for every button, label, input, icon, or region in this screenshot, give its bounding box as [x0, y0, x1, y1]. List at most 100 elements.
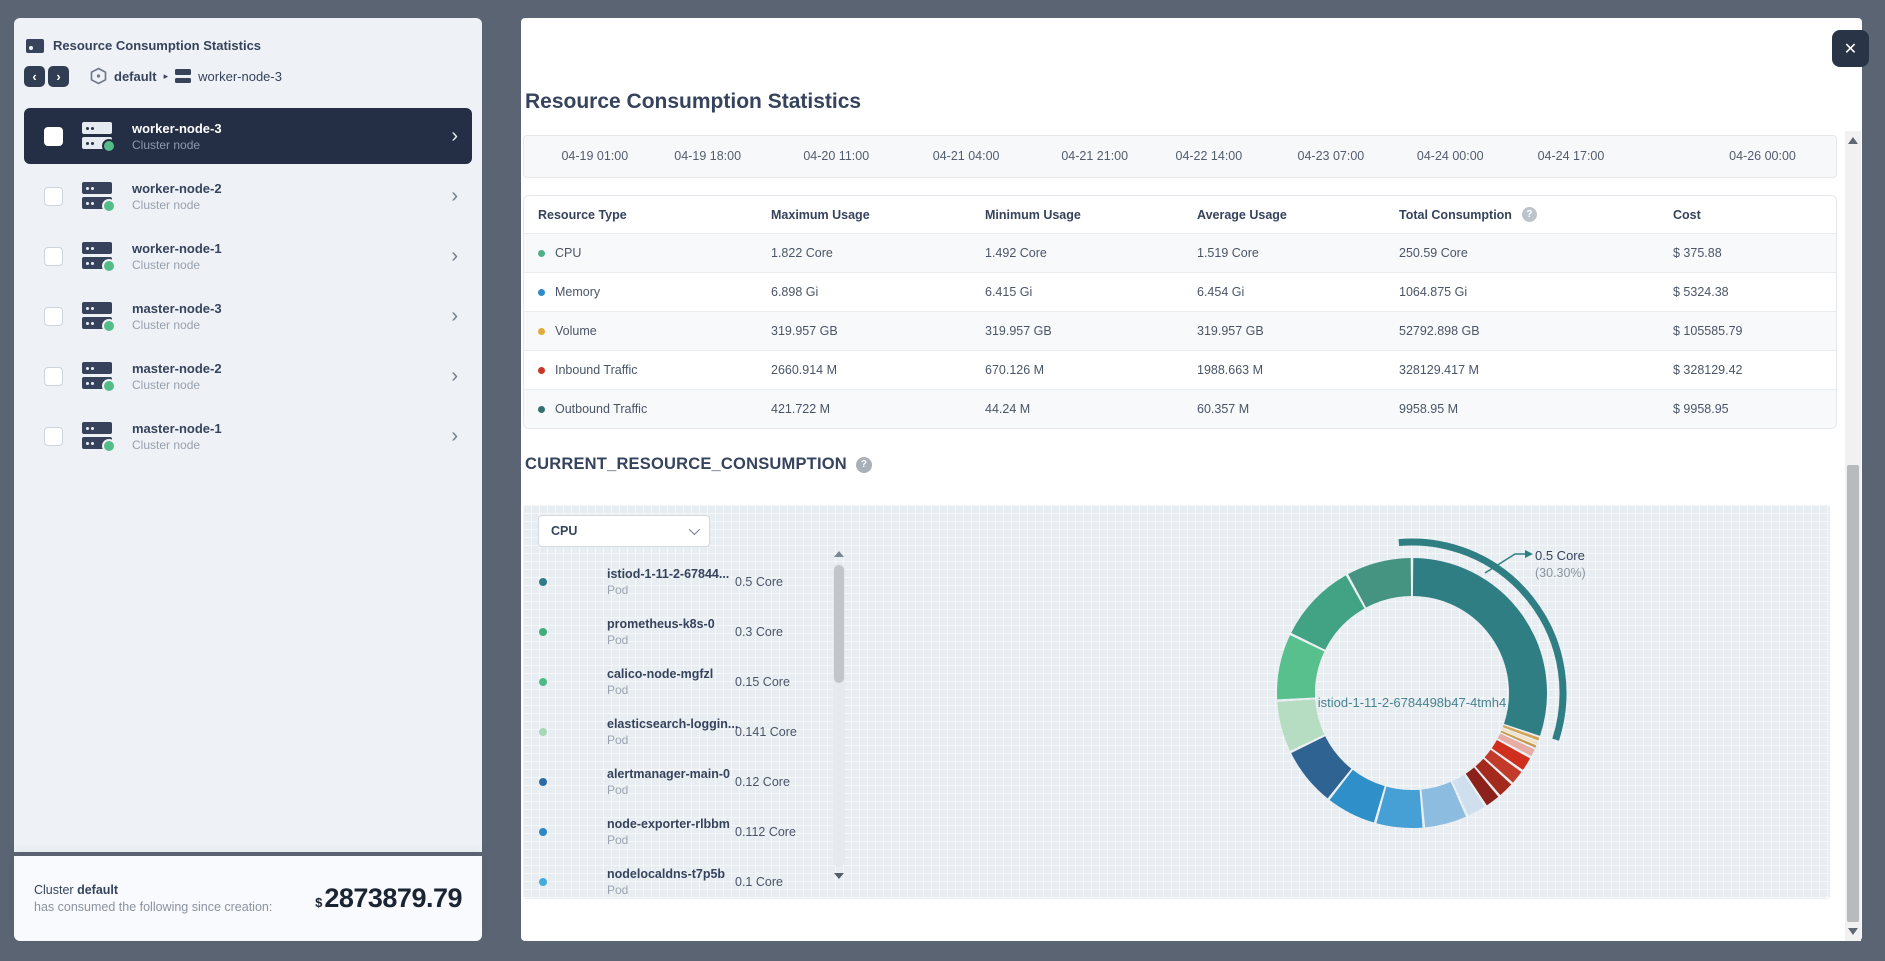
scroll-up-icon[interactable] — [1848, 137, 1858, 144]
node-type: Cluster node — [132, 258, 222, 272]
pod-name: istiod-1-11-2-67844... — [607, 567, 725, 581]
table-cell-cost: $ 5324.38 — [1673, 285, 1836, 299]
main-panel: Resource Consumption Statistics 04-19 01… — [521, 18, 1862, 941]
cluster-total-cost: $ 2873879.79 — [315, 883, 462, 914]
chevron-right-icon[interactable]: › — [451, 306, 458, 326]
table-cell-min: 319.957 GB — [985, 324, 1197, 338]
pod-scroll-thumb[interactable] — [834, 565, 844, 683]
table-cell-total: 328129.417 M — [1399, 363, 1673, 377]
donut-segment[interactable] — [1341, 785, 1379, 804]
donut-segment[interactable] — [1460, 791, 1474, 799]
sidebar-item-master-node-2[interactable]: master-node-2 Cluster node › — [24, 348, 472, 404]
pod-scroll-up-icon[interactable] — [834, 551, 844, 557]
pod-name: alertmanager-main-0 — [607, 767, 725, 781]
pod-list: istiod-1-11-2-67844...Pod0.5 Coreprometh… — [539, 557, 831, 897]
sidebar-panel: Resource Consumption Statistics ‹ › defa… — [14, 18, 482, 852]
node-status-dot — [102, 379, 116, 393]
breadcrumb-cluster[interactable]: default — [114, 69, 157, 84]
breadcrumb-separator-icon: ▸ — [164, 71, 169, 82]
cluster-node-icon — [80, 420, 116, 452]
node-status-dot — [102, 439, 116, 453]
donut-callout-value: 0.5 Core — [1535, 548, 1585, 563]
close-button[interactable]: ✕ — [1832, 30, 1869, 67]
forward-button[interactable]: › — [48, 66, 69, 87]
column-header: Average Usage — [1197, 208, 1399, 222]
table-cell-total: 250.59 Core — [1399, 246, 1673, 260]
resource-type-dot — [538, 250, 545, 257]
table-cell-min: 6.415 Gi — [985, 285, 1197, 299]
chevron-right-icon[interactable]: › — [451, 186, 458, 206]
donut-segment[interactable] — [1499, 761, 1506, 770]
pod-kind: Pod — [607, 883, 725, 897]
node-checkbox[interactable] — [44, 127, 63, 146]
donut-callout-percent: (30.30%) — [1535, 566, 1586, 580]
pod-icon — [561, 717, 595, 747]
help-icon[interactable]: ? — [856, 457, 872, 473]
donut-segment[interactable] — [1296, 643, 1307, 698]
metric-select[interactable]: CPU — [538, 515, 710, 547]
donut-segment[interactable] — [1308, 745, 1339, 784]
pod-status-dot — [539, 628, 547, 636]
node-name: master-node-2 — [132, 361, 222, 376]
node-type: Cluster node — [132, 378, 222, 392]
back-button[interactable]: ‹ — [24, 66, 45, 87]
sidebar-item-worker-node-2[interactable]: worker-node-2Cluster node› — [24, 168, 472, 224]
donut-segment[interactable] — [1357, 577, 1411, 591]
pod-scroll-down-icon[interactable] — [834, 873, 844, 879]
donut-segment[interactable] — [1423, 799, 1458, 808]
timeline-tick: 04-19 18:00 — [674, 149, 741, 163]
pod-icon — [561, 817, 595, 847]
table-cell-avg: 60.357 M — [1197, 402, 1399, 416]
pod-icon — [561, 617, 595, 647]
column-header: Maximum Usage — [771, 208, 985, 222]
donut-segment[interactable] — [1476, 782, 1486, 789]
node-name: master-node-3 — [132, 301, 222, 316]
node-checkbox[interactable] — [44, 367, 63, 386]
donut-segment[interactable] — [1488, 772, 1497, 781]
timeline-tick: 04-24 17:00 — [1538, 149, 1605, 163]
donut-segment[interactable] — [1515, 741, 1518, 747]
chevron-right-icon[interactable]: › — [451, 426, 458, 446]
node-checkbox[interactable] — [44, 427, 63, 446]
main-scrollbar[interactable] — [1845, 131, 1861, 941]
donut-segment[interactable] — [1521, 731, 1522, 733]
sidebar-item-worker-node-3[interactable]: worker-node-3Cluster node› — [24, 108, 472, 164]
donut-segment[interactable] — [1518, 738, 1519, 740]
node-checkbox[interactable] — [44, 247, 63, 266]
donut-segment[interactable] — [1507, 749, 1513, 759]
chevron-right-icon[interactable]: › — [451, 366, 458, 386]
sidebar-item-worker-node-1[interactable]: worker-node-1Cluster node› — [24, 228, 472, 284]
pod-cpu-value: 0.141 Core — [735, 725, 797, 739]
timeline-tick: 04-22 14:00 — [1175, 149, 1242, 163]
column-header: Cost — [1673, 208, 1836, 222]
donut-segment[interactable] — [1381, 805, 1421, 809]
pod-name: nodelocaldns-t7p5b — [607, 867, 725, 881]
total-consumption-help-icon[interactable]: ? — [1522, 207, 1537, 222]
main-scroll-thumb[interactable] — [1847, 465, 1859, 922]
sidebar-item-master-node-1[interactable]: master-node-1Cluster node› — [24, 408, 472, 464]
table-cell-total: 1064.875 Gi — [1399, 285, 1673, 299]
chevron-right-icon[interactable]: › — [451, 126, 458, 146]
consumption-chart-panel: CPU istiod-1-11-2-67844...Pod0.5 Corepro… — [523, 505, 1830, 899]
node-type: Cluster node — [132, 138, 222, 152]
pod-kind: Pod — [607, 833, 725, 847]
pod-list-scrollbar[interactable] — [833, 563, 845, 867]
pod-item-1: istiod-1-11-2-67844...Pod0.5 Core — [539, 557, 831, 607]
node-checkbox[interactable] — [44, 187, 63, 206]
pod-status-dot — [539, 828, 547, 836]
cluster-node-icon — [80, 300, 116, 332]
table-cell-avg: 1.519 Core — [1197, 246, 1399, 260]
pod-cpu-value: 0.12 Core — [735, 775, 790, 789]
sidebar-item-master-node-3[interactable]: master-node-3Cluster node› — [24, 288, 472, 344]
scroll-down-icon[interactable] — [1848, 928, 1858, 935]
donut-segment[interactable] — [1519, 735, 1520, 737]
pod-status-dot — [539, 878, 547, 886]
node-checkbox[interactable] — [44, 307, 63, 326]
chevron-right-icon[interactable]: › — [451, 246, 458, 266]
timeline-tick: 04-26 00:00 — [1729, 149, 1796, 163]
donut-segment[interactable] — [1308, 592, 1355, 641]
breadcrumb-node[interactable]: worker-node-3 — [198, 69, 282, 84]
node-type: Cluster node — [132, 198, 222, 212]
donut-center-label: istiod-1-11-2-6784498b47-4tmh4 — [1260, 695, 1564, 710]
cluster-node-icon — [80, 360, 116, 392]
